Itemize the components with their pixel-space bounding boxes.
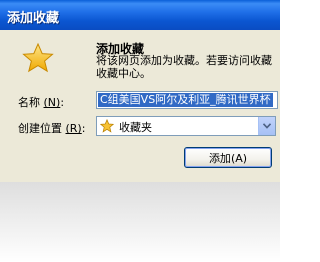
add-button[interactable]: 添加(A) bbox=[184, 147, 272, 168]
description-line-1: 将该网页添加为收藏。若要访问收藏 bbox=[96, 54, 272, 67]
title-bar[interactable]: 添加收藏 bbox=[0, 0, 280, 30]
dialog-shadow bbox=[0, 182, 280, 262]
name-label: 名称 (N): bbox=[18, 96, 65, 109]
name-input[interactable]: C组美国VS阿尔及利亚_腾讯世界杯 bbox=[96, 91, 278, 109]
add-button-shortcut: (A) bbox=[230, 152, 248, 165]
add-button-label: 添加 bbox=[208, 152, 231, 165]
favorites-star-icon bbox=[100, 119, 114, 133]
location-dropdown[interactable]: 收藏夹 bbox=[96, 116, 276, 136]
name-input-value: C组美国VS阿尔及利亚_腾讯世界杯 bbox=[98, 93, 273, 107]
name-label-shortcut: (N) bbox=[43, 96, 61, 109]
window-title: 添加收藏 bbox=[7, 11, 60, 26]
location-label-text: 创建位置 bbox=[18, 122, 62, 135]
description-line-2: 收藏中心。 bbox=[96, 67, 151, 80]
location-selected-value: 收藏夹 bbox=[119, 121, 152, 134]
favorite-star-icon bbox=[22, 42, 54, 73]
chevron-down-icon bbox=[263, 123, 271, 129]
add-favorite-dialog: 添加收藏 添加收藏 将该网页添加为收藏。若要访问收藏 收藏中心。 名称 (N):… bbox=[0, 0, 280, 182]
dropdown-arrow-button[interactable] bbox=[258, 117, 275, 135]
location-label: 创建位置 (R): bbox=[18, 122, 86, 135]
location-label-shortcut: (R) bbox=[65, 122, 82, 135]
name-label-text: 名称 bbox=[18, 96, 40, 109]
dialog-description: 将该网页添加为收藏。若要访问收藏 收藏中心。 bbox=[96, 54, 280, 82]
